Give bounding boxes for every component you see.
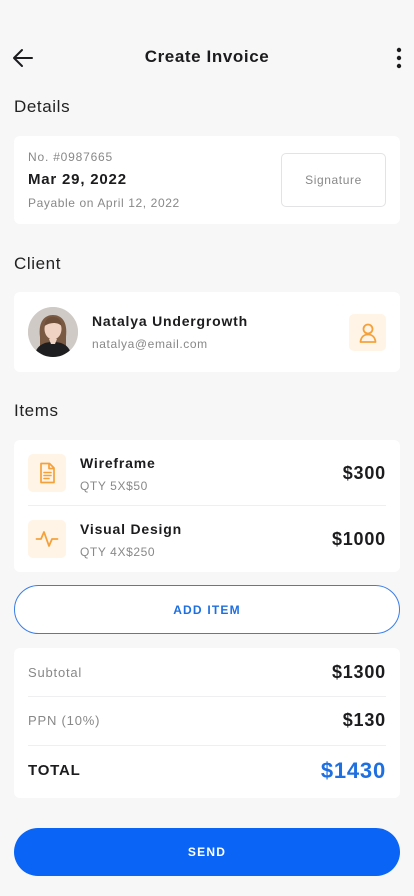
signature-button[interactable]: Signature [281,153,386,207]
items-section-title: Items [14,401,59,420]
item-qty: QTY 4X$250 [80,545,156,559]
client-section-title: Client [14,254,62,273]
tax-value: $130 [342,710,386,730]
item-price: $1000 [331,529,386,549]
subtotal-label: Subtotal [28,664,83,680]
item-qty: QTY 5X$50 [80,479,148,493]
document-icon [28,454,66,492]
avatar [28,307,78,357]
list-item[interactable]: Visual Design QTY 4X$250 $1000 [14,506,400,572]
details-card: No. #0987665 Mar 29, 2022 Payable on Apr… [14,136,400,224]
payable-date: Payable on April 12, 2022 [28,196,180,210]
subtotal-value: $1300 [331,661,386,682]
page-title: Create Invoice [144,47,270,66]
total-row: TOTAL $1430 [28,745,386,795]
more-vertical-icon[interactable] [392,45,406,71]
app-header: Create Invoice [0,0,414,100]
list-item[interactable]: Wireframe QTY 5X$50 $300 [14,440,400,506]
client-card[interactable]: Natalya Undergrowth natalya@email.com [14,292,400,372]
item-name: Wireframe [80,455,156,471]
invoice-number: No. #0987665 [28,150,113,164]
invoice-date: Mar 29, 2022 [28,171,127,188]
tax-label: PPN (10%) [28,713,101,728]
send-button[interactable]: SEND [14,828,400,876]
items-card: Wireframe QTY 5X$50 $300 Visual Design Q… [14,440,400,572]
subtotal-row: Subtotal $1300 [28,648,386,696]
total-value: $1430 [320,757,386,783]
tax-row: PPN (10%) $130 [28,696,386,744]
user-icon[interactable] [349,314,386,351]
add-item-button[interactable]: ADD ITEM [14,585,400,634]
item-price: $300 [342,463,386,483]
details-section-title: Details [14,97,71,116]
activity-icon [28,520,66,558]
item-name: Visual Design [80,521,182,537]
client-email: natalya@email.com [92,337,208,351]
totals-card: Subtotal $1300 PPN (10%) $130 TOTAL $143… [14,648,400,798]
total-label: TOTAL [28,762,81,779]
client-name: Natalya Undergrowth [92,313,248,329]
